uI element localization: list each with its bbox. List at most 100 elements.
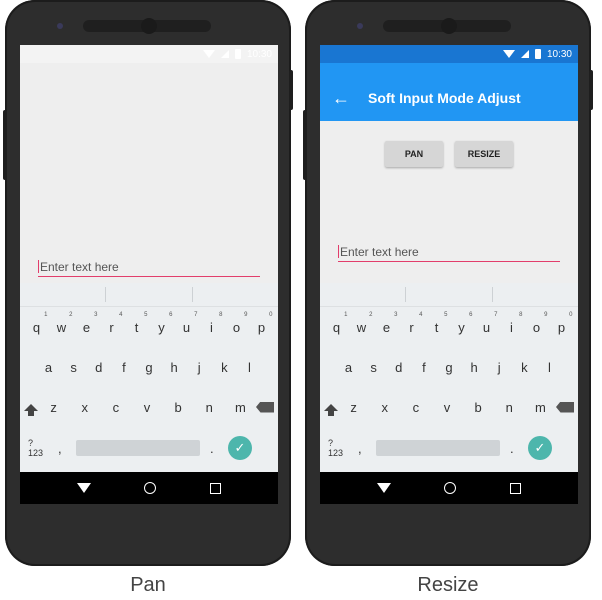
period-key[interactable]: . — [510, 441, 518, 456]
key-z[interactable]: z — [343, 400, 365, 415]
key-b[interactable]: b — [167, 400, 189, 415]
key-n[interactable]: n — [198, 400, 220, 415]
home-nav-icon[interactable] — [444, 482, 457, 494]
space-key[interactable] — [76, 440, 200, 456]
back-nav-icon[interactable] — [376, 483, 391, 493]
key-c[interactable]: c — [405, 400, 427, 415]
key-g[interactable]: g — [438, 360, 460, 375]
nav-bar — [320, 472, 578, 504]
key-q[interactable]: q1 — [326, 312, 348, 335]
key-v[interactable]: v — [436, 400, 458, 415]
text-input[interactable]: Enter text here — [338, 245, 560, 262]
key-q[interactable]: q1 — [26, 312, 48, 335]
suggestion-slot[interactable] — [493, 287, 578, 302]
key-u[interactable]: u7 — [176, 312, 198, 335]
status-time: 10:30 — [246, 48, 272, 60]
key-l[interactable]: l — [238, 360, 260, 375]
shift-icon[interactable] — [324, 403, 338, 416]
caption-pan: Pan — [130, 574, 166, 596]
shift-icon[interactable] — [24, 403, 38, 416]
pan-button[interactable]: PAN — [385, 141, 443, 167]
suggestion-slot[interactable] — [406, 287, 493, 302]
key-d[interactable]: d — [88, 360, 110, 375]
volume-button — [303, 110, 307, 180]
key-l[interactable]: l — [538, 360, 560, 375]
wifi-icon — [202, 50, 215, 58]
space-key[interactable] — [376, 440, 500, 456]
resize-button[interactable]: RESIZE — [455, 141, 513, 167]
key-u[interactable]: u7 — [476, 312, 498, 335]
key-f[interactable]: f — [113, 360, 135, 375]
key-r[interactable]: r4 — [101, 312, 122, 335]
volume-button — [3, 110, 7, 180]
key-s[interactable]: s — [363, 360, 385, 375]
comma-key[interactable]: , — [58, 441, 66, 456]
key-hint-number: 7 — [494, 311, 498, 318]
recents-nav-icon[interactable] — [510, 482, 522, 494]
key-p[interactable]: p0 — [551, 312, 573, 335]
key-k[interactable]: k — [513, 360, 535, 375]
symbols-key[interactable]: ?123 — [328, 438, 348, 458]
key-z[interactable]: z — [43, 400, 65, 415]
key-h[interactable]: h — [163, 360, 185, 375]
phone-resize: 10:30 ← Soft Input Mode Adjust PAN RESIZ… — [303, 0, 593, 566]
comma-key[interactable]: , — [358, 441, 366, 456]
key-c[interactable]: c — [105, 400, 127, 415]
key-n[interactable]: n — [498, 400, 520, 415]
app-bar: ← Soft Input Mode Adjust — [320, 63, 578, 121]
battery-icon — [534, 49, 541, 59]
key-i[interactable]: i8 — [201, 312, 222, 335]
period-key[interactable]: . — [210, 441, 218, 456]
key-v[interactable]: v — [136, 400, 158, 415]
suggestion-slot[interactable] — [20, 287, 107, 302]
key-h[interactable]: h — [463, 360, 485, 375]
text-input[interactable]: Enter text here — [38, 260, 260, 277]
key-p[interactable]: p0 — [251, 312, 273, 335]
key-row-bottom: ?123 , . ✓ — [320, 427, 578, 469]
key-f[interactable]: f — [413, 360, 435, 375]
key-j[interactable]: j — [188, 360, 210, 375]
enter-key[interactable]: ✓ — [528, 436, 552, 460]
key-o[interactable]: o9 — [226, 312, 248, 335]
key-i[interactable]: i8 — [501, 312, 522, 335]
key-x[interactable]: x — [74, 400, 96, 415]
key-w[interactable]: w2 — [51, 312, 73, 335]
arrow-back-icon[interactable]: ← — [332, 89, 350, 107]
backspace-icon[interactable] — [556, 401, 574, 413]
backspace-icon[interactable] — [256, 401, 274, 413]
key-t[interactable]: t5 — [426, 312, 448, 335]
sensor — [357, 23, 363, 29]
key-x[interactable]: x — [374, 400, 396, 415]
key-a[interactable]: a — [38, 360, 60, 375]
key-d[interactable]: d — [388, 360, 410, 375]
key-a[interactable]: a — [338, 360, 360, 375]
suggestion-slot[interactable] — [106, 287, 193, 302]
home-nav-icon[interactable] — [144, 482, 157, 494]
suggestion-slot[interactable] — [320, 287, 407, 302]
key-y[interactable]: y6 — [151, 312, 172, 335]
screen: 10:30 Enter text here q1w2e3r4t5y6u7i8o9… — [20, 45, 278, 504]
key-k[interactable]: k — [213, 360, 235, 375]
key-s[interactable]: s — [63, 360, 85, 375]
check-icon: ✓ — [234, 440, 246, 455]
key-g[interactable]: g — [138, 360, 160, 375]
key-e[interactable]: e3 — [376, 312, 398, 335]
key-y[interactable]: y6 — [451, 312, 472, 335]
back-nav-icon[interactable] — [76, 483, 91, 493]
symbols-key[interactable]: ?123 — [28, 438, 48, 458]
key-o[interactable]: o9 — [526, 312, 548, 335]
recents-nav-icon[interactable] — [210, 482, 222, 494]
key-m[interactable]: m — [229, 400, 251, 415]
key-b[interactable]: b — [467, 400, 489, 415]
suggestion-slot[interactable] — [193, 287, 278, 302]
key-r[interactable]: r4 — [401, 312, 422, 335]
key-row-2: asdfghjkl — [320, 347, 578, 387]
key-w[interactable]: w2 — [351, 312, 373, 335]
enter-key[interactable]: ✓ — [228, 436, 252, 460]
power-button — [289, 70, 293, 110]
power-button — [589, 70, 593, 110]
key-j[interactable]: j — [488, 360, 510, 375]
key-e[interactable]: e3 — [76, 312, 98, 335]
key-m[interactable]: m — [529, 400, 551, 415]
key-t[interactable]: t5 — [126, 312, 148, 335]
